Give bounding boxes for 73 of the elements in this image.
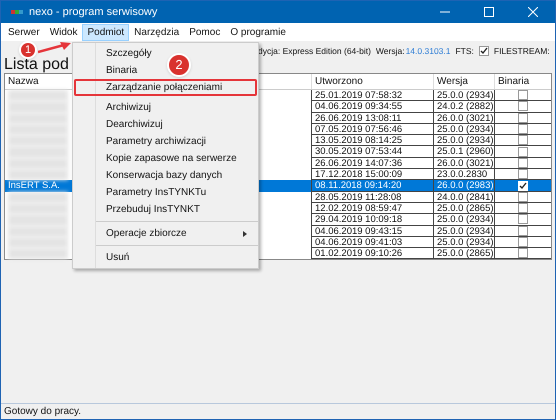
menu-item[interactable]: Widok	[44, 24, 82, 40]
table-cell: 04.06.2019 09:34:55	[311, 101, 433, 113]
page-heading: Lista pod	[4, 57, 69, 73]
fts-label: FTS:	[455, 45, 474, 58]
checkbox[interactable]	[478, 46, 489, 56]
menu-option[interactable]: Zarządzanie połączeniami	[74, 79, 257, 96]
redacted-name	[8, 90, 68, 102]
checkbox[interactable]	[518, 101, 528, 112]
table-cell: 29.04.2019 10:09:18	[311, 214, 433, 226]
table-cell: 12.02.2019 08:59:47	[311, 202, 433, 214]
menu-option[interactable]: Binaria	[74, 62, 148, 79]
table-cell: 25.0.0 (2934)	[433, 135, 494, 146]
redacted-name	[8, 192, 68, 203]
status-text: Gotowy do pracy.	[4, 405, 82, 419]
menu-item[interactable]: Serwer	[3, 24, 45, 40]
window-title: nexo - program serwisowy	[29, 4, 158, 20]
menu-item[interactable]: Pomoc	[184, 24, 226, 40]
table-cell: 26.0.0 (3021)	[433, 158, 494, 170]
column-header[interactable]: Wersja	[433, 74, 494, 89]
table-cell: InsERT S.A.	[8, 180, 60, 192]
table-cell: 24.0.0 (2841)	[433, 192, 494, 203]
menu-item[interactable]: Narzędzia	[129, 24, 184, 40]
filestream-label: FILESTREAM:	[494, 45, 550, 58]
edition-text: dycja: Express Edition (64-bit)	[258, 45, 371, 58]
menu-item[interactable]: O programie	[225, 24, 291, 40]
table-cell: 25.0.0 (2934)	[433, 90, 494, 102]
table-cell: 08.11.2018 09:14:20	[311, 180, 433, 192]
table-cell: 04.06.2019 09:43:15	[311, 226, 433, 237]
checkbox[interactable]	[518, 237, 528, 247]
table-cell: 30.05.2019 07:53:44	[311, 146, 433, 158]
table-cell: 25.0.0 (2934)	[433, 124, 494, 136]
version-value: 14.0.3103.1	[406, 45, 450, 58]
close-icon[interactable]	[528, 7, 538, 17]
checkbox[interactable]	[518, 248, 528, 258]
version-label: Wersja:	[376, 45, 405, 58]
app-icon	[11, 9, 23, 15]
redacted-name	[8, 169, 68, 180]
checkbox[interactable]	[518, 112, 528, 123]
table-cell: 25.01.2019 07:58:32	[311, 90, 433, 102]
table-cell: 25.0.0 (2865)	[433, 248, 494, 260]
checkbox[interactable]	[518, 169, 528, 180]
redacted-name	[8, 248, 68, 260]
table-cell: 25.0.0 (2934)	[433, 214, 494, 226]
column-header[interactable]: Binaria	[494, 74, 551, 89]
checkbox[interactable]	[518, 158, 528, 168]
table-cell: 24.0.2 (2882)	[433, 101, 494, 113]
arrow-icon	[38, 42, 72, 54]
table-cell: 25.0.0 (2865)	[433, 202, 494, 214]
menu-item[interactable]: Podmiot	[82, 24, 130, 40]
menu-option[interactable]: Szczegóły	[74, 45, 162, 62]
table-cell: 26.0.0 (3021)	[433, 112, 494, 124]
table-cell: 26.06.2019 14:07:36	[311, 158, 433, 170]
checkbox[interactable]	[518, 90, 528, 100]
table-cell: 01.02.2019 09:10:26	[311, 248, 433, 260]
table-cell: 04.06.2019 09:41:03	[311, 236, 433, 248]
table-cell: 28.05.2019 11:28:08	[311, 192, 433, 203]
checkbox[interactable]	[518, 135, 528, 146]
table-cell: 07.05.2019 07:56:46	[311, 124, 433, 136]
checkbox[interactable]	[518, 124, 528, 134]
checkbox[interactable]	[518, 192, 528, 202]
maximize-icon[interactable]	[484, 7, 494, 17]
checkbox[interactable]	[518, 226, 528, 236]
checkbox[interactable]	[518, 214, 528, 224]
checkbox[interactable]	[518, 203, 528, 214]
checkbox[interactable]	[518, 146, 528, 157]
table-cell: 26.06.2019 13:08:11	[311, 112, 433, 124]
table-cell: 25.0.0 (2934)	[433, 236, 494, 248]
table-cell: 26.0.0 (2983)	[433, 180, 494, 192]
table-cell: 25.0.0 (2934)	[433, 226, 494, 237]
callout-badge: 1	[19, 41, 37, 59]
column-header[interactable]: Utworzono	[311, 74, 433, 89]
table-cell: 25.0.1 (2960)	[433, 146, 494, 158]
table-cell: 13.05.2019 08:14:25	[311, 135, 433, 146]
